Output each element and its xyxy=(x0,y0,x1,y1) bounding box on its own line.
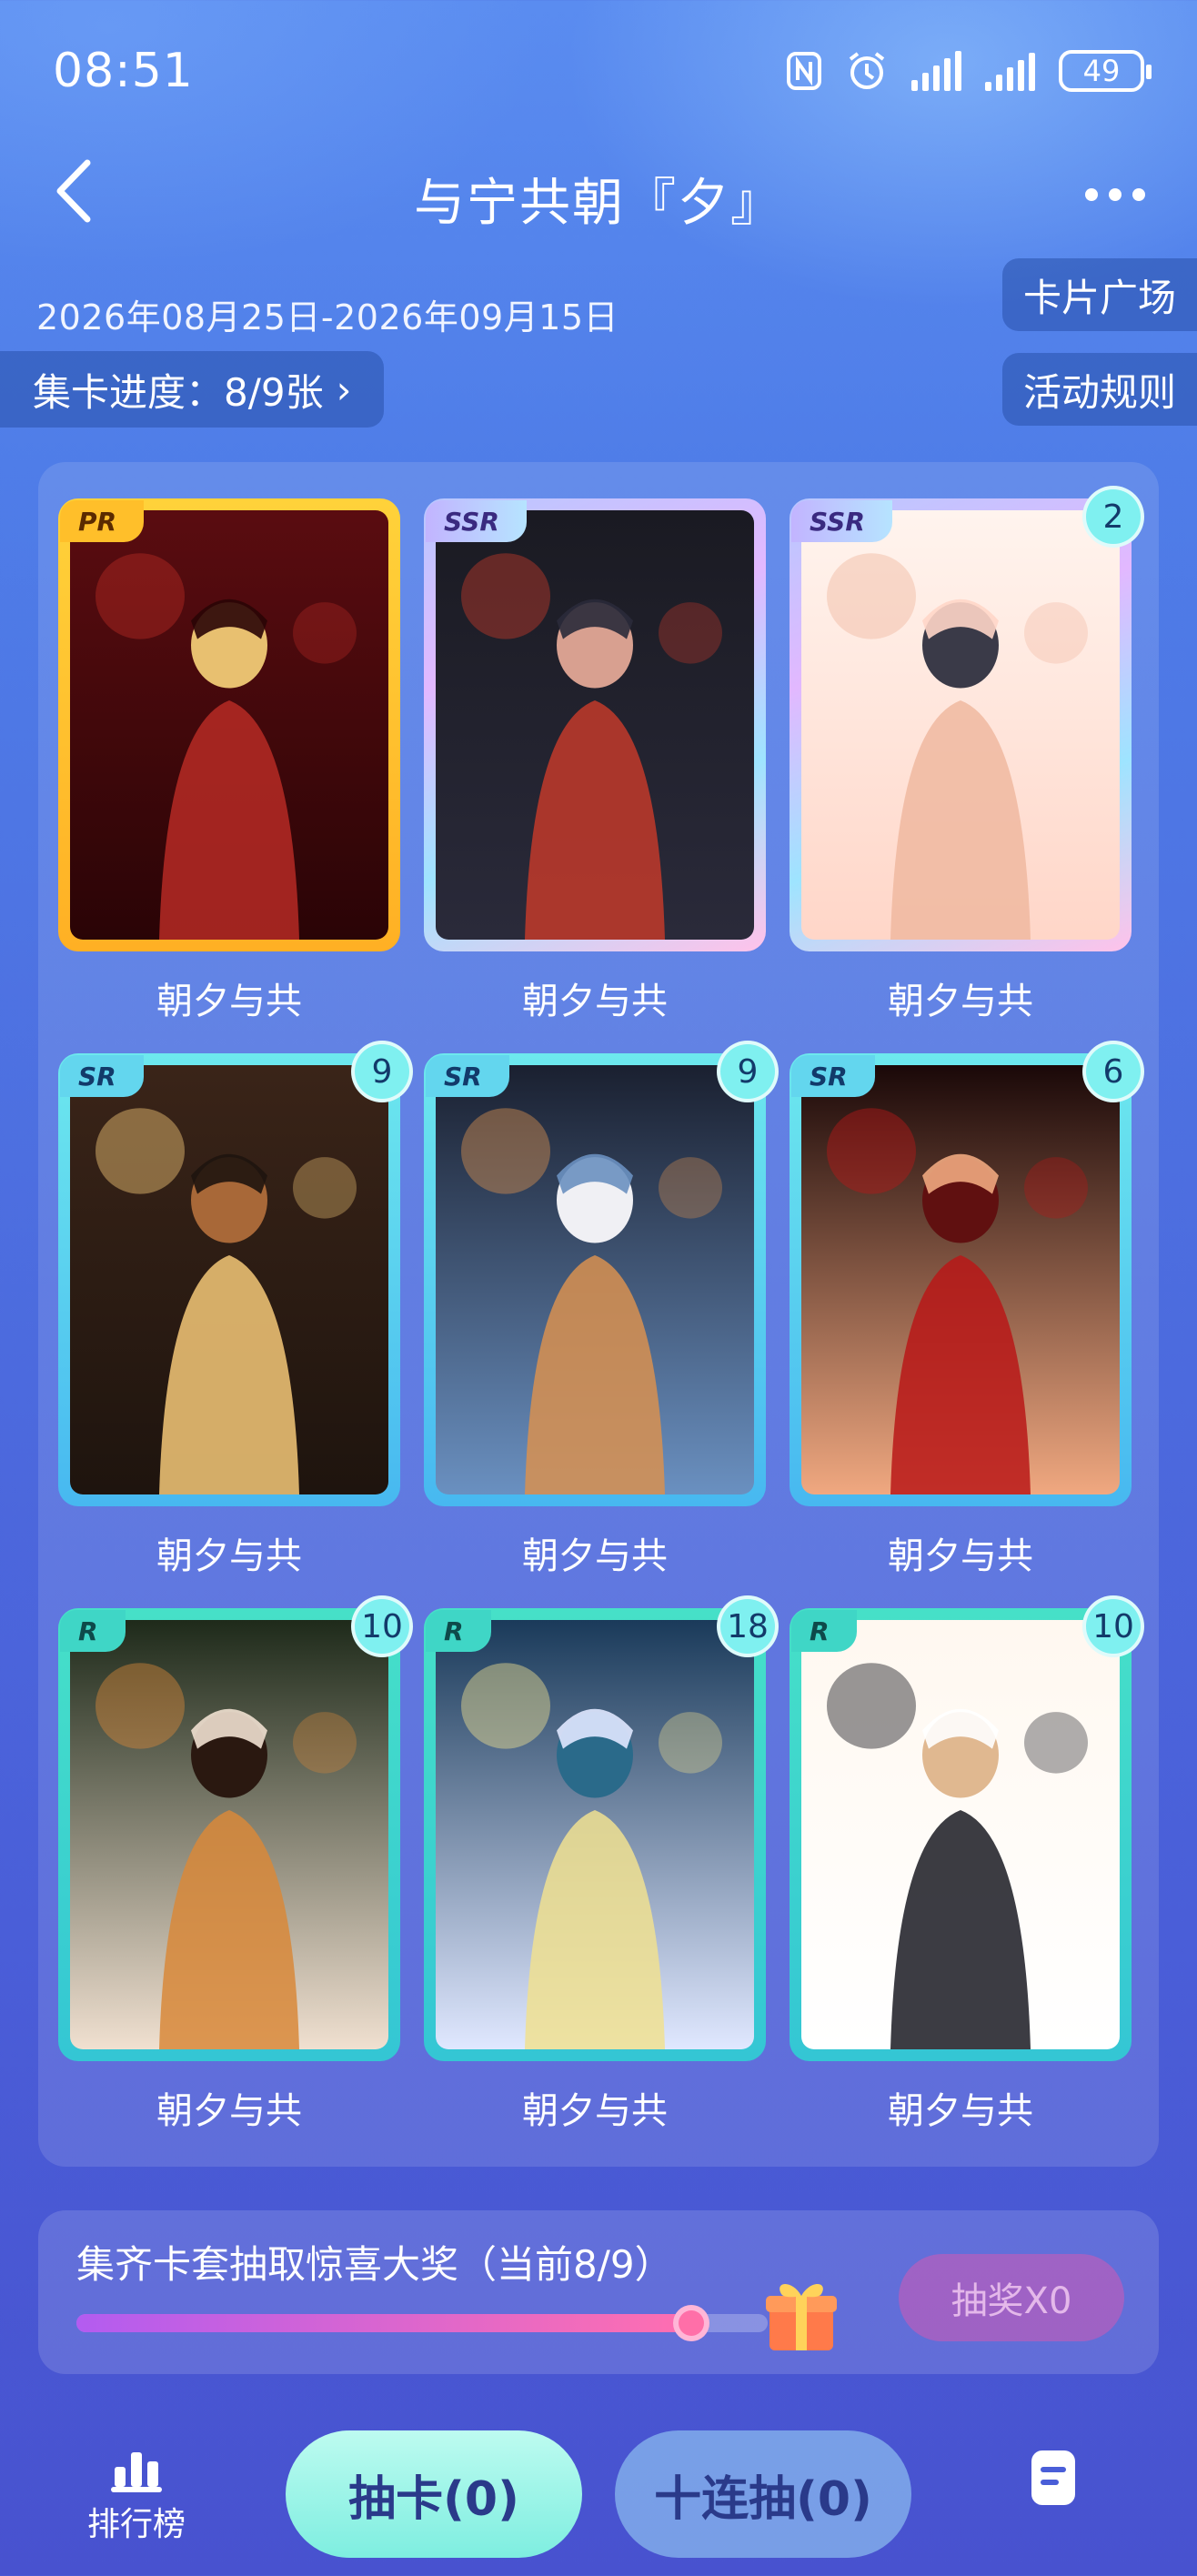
card-artwork xyxy=(801,510,1120,940)
event-date-range: 2026年08月25日-2026年09月15日 xyxy=(36,297,619,337)
card-artwork xyxy=(801,1065,1120,1494)
activity-rules-button[interactable]: 活动规则 xyxy=(1002,353,1197,426)
card-artwork xyxy=(801,1620,1120,2049)
card-count-badge: 6 xyxy=(1082,1041,1144,1102)
card-name: 朝夕与共 xyxy=(522,981,668,1022)
rarity-badge: SR xyxy=(426,1055,509,1097)
card-count-badge: 18 xyxy=(717,1595,779,1657)
lottery-progress-fill xyxy=(76,2314,691,2332)
dot xyxy=(1109,188,1122,201)
alarm-icon xyxy=(846,50,888,92)
rarity-badge: SSR xyxy=(791,500,892,542)
card-count-badge: 10 xyxy=(351,1595,413,1657)
card-frame[interactable]: SSR 2 xyxy=(790,486,1144,951)
battery-level: 49 xyxy=(1082,54,1121,88)
battery-icon: 49 xyxy=(1059,50,1152,92)
card-frame[interactable]: PR xyxy=(58,498,400,951)
card-name: 朝夕与共 xyxy=(156,981,302,1022)
card-artwork xyxy=(70,1065,388,1494)
status-icons: 49 xyxy=(786,44,1152,98)
card-name: 朝夕与共 xyxy=(156,2090,302,2132)
ten-draw-button[interactable]: 十连抽(0) xyxy=(615,2430,911,2558)
card-frame[interactable]: SSR xyxy=(424,498,766,951)
card-name: 朝夕与共 xyxy=(888,1535,1033,1577)
more-options-button[interactable] xyxy=(1070,169,1161,220)
card-count-badge: 2 xyxy=(1082,486,1144,548)
card-frame[interactable]: R 10 xyxy=(790,1595,1144,2061)
signal-icon xyxy=(911,51,961,91)
rarity-badge: SR xyxy=(60,1055,144,1097)
chevron-right-icon: › xyxy=(336,367,352,412)
card-artwork xyxy=(436,1620,754,2049)
rarity-badge: R xyxy=(60,1610,126,1652)
page-title: 与宁共朝『夕』 xyxy=(414,174,783,233)
card-name: 朝夕与共 xyxy=(888,981,1033,1022)
signal-2-icon xyxy=(985,51,1035,91)
card-artwork xyxy=(70,510,388,940)
card-count-badge: 9 xyxy=(351,1041,413,1102)
card-artwork xyxy=(70,1620,388,2049)
card-frame[interactable]: R 18 xyxy=(424,1595,779,2061)
card-name: 朝夕与共 xyxy=(888,2090,1033,2132)
rarity-badge: PR xyxy=(60,500,145,542)
leaderboard-nav[interactable]: 排行榜 xyxy=(82,2447,191,2547)
card-name: 朝夕与共 xyxy=(522,1535,668,1577)
dot xyxy=(1132,188,1145,201)
leaderboard-label: 排行榜 xyxy=(86,2506,186,2543)
rarity-badge: SSR xyxy=(426,500,527,542)
card-square-button[interactable]: 卡片广场 xyxy=(1002,258,1197,331)
lottery-description: 集齐卡套抽取惊喜大奖（当前8/9） xyxy=(76,2242,673,2287)
card-count-badge: 9 xyxy=(717,1041,779,1102)
card-name: 朝夕与共 xyxy=(156,1535,302,1577)
card-artwork xyxy=(436,1065,754,1494)
card-frame[interactable]: SR 6 xyxy=(790,1041,1144,1506)
collection-progress-link[interactable]: 集卡进度：8/9张 › xyxy=(0,351,385,428)
nfc-icon xyxy=(786,51,822,91)
card-count-badge: 10 xyxy=(1082,1595,1144,1657)
card-artwork xyxy=(436,510,754,940)
draw-prize-button[interactable]: 抽奖X0 xyxy=(899,2254,1124,2341)
lottery-bar: 集齐卡套抽取惊喜大奖（当前8/9） 抽奖X0 xyxy=(38,2210,1159,2374)
card-frame[interactable]: SR 9 xyxy=(424,1041,779,1506)
card-name: 朝夕与共 xyxy=(522,2090,668,2132)
leaderboard-icon xyxy=(111,2452,162,2492)
collection-progress-label: 集卡进度：8/9张 xyxy=(33,369,324,415)
status-bar: 08:51 49 xyxy=(0,0,1197,146)
lottery-progress-track xyxy=(76,2305,768,2341)
lottery-progress-knob xyxy=(672,2305,709,2341)
dot xyxy=(1085,188,1098,201)
rarity-badge: R xyxy=(426,1610,491,1652)
card-frame[interactable]: R 10 xyxy=(58,1595,413,2061)
draw-card-button[interactable]: 抽卡(0) xyxy=(286,2430,582,2558)
status-time: 08:51 xyxy=(53,44,194,98)
gift-icon[interactable] xyxy=(762,2272,840,2354)
card-frame[interactable]: SR 9 xyxy=(58,1041,413,1506)
document-icon[interactable] xyxy=(1026,2449,1081,2507)
rarity-badge: R xyxy=(791,1610,857,1652)
rarity-badge: SR xyxy=(791,1055,875,1097)
